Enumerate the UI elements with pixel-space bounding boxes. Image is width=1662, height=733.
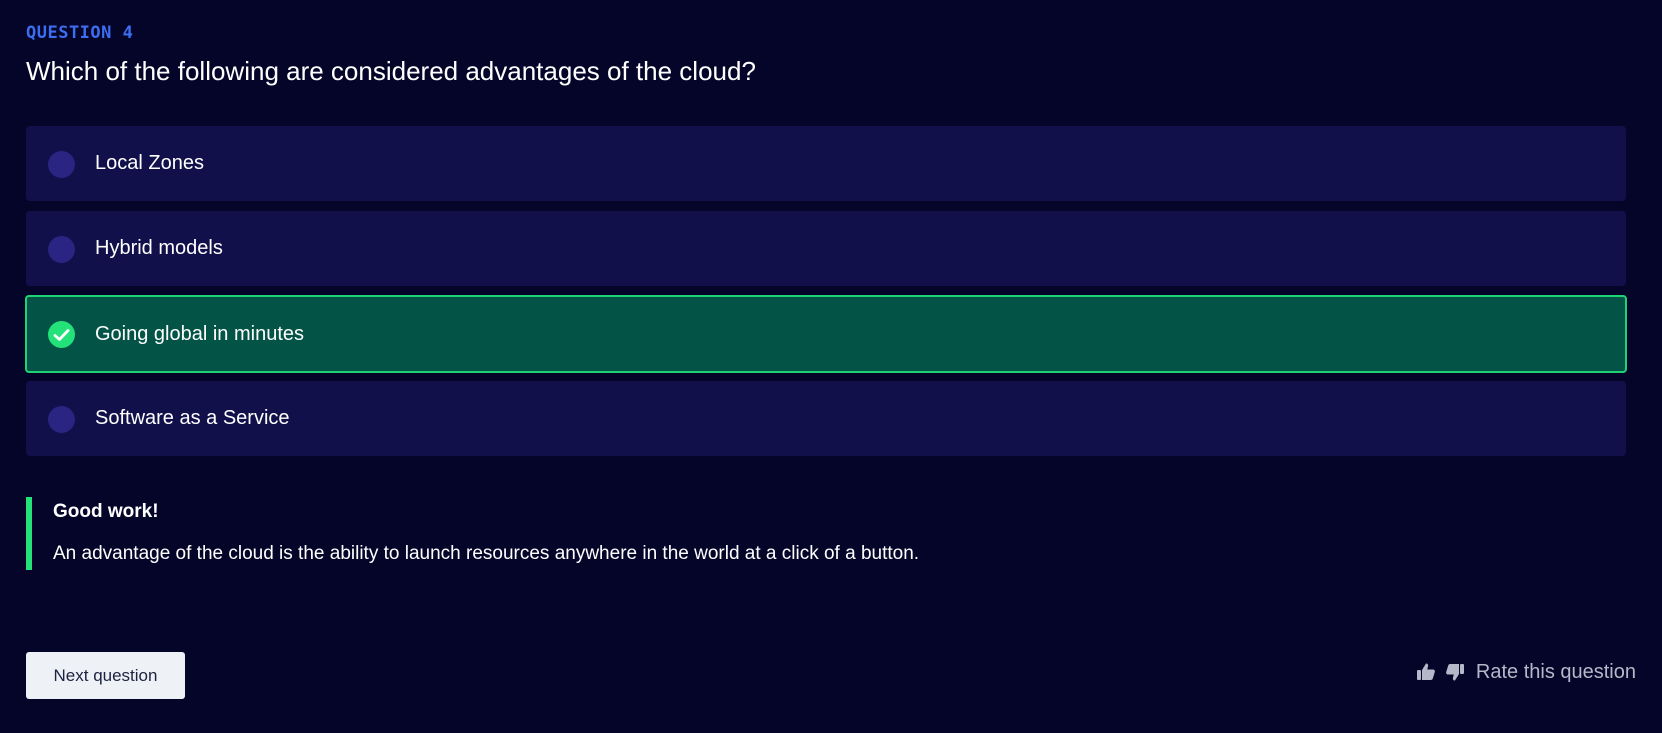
answer-option-label: Software as a Service [95,407,290,429]
answer-option-label: Going global in minutes [95,322,305,345]
feedback-panel: Good work! An advantage of the cloud is … [26,497,1126,570]
thumbs-down-icon[interactable] [1444,660,1466,684]
thumbs-up-icon[interactable] [1415,660,1437,684]
question-number: QUESTION 4 [26,23,134,43]
radio-circle-icon [48,235,75,263]
question-text: Which of the following are considered ad… [26,56,756,86]
next-question-button[interactable]: Next question [26,652,185,699]
checkmark-icon [48,321,75,348]
answer-option[interactable]: Local Zones [26,126,1626,201]
rate-question: Rate this question [1415,660,1636,684]
answer-option[interactable]: Hybrid models [26,211,1626,286]
feedback-explanation: An advantage of the cloud is the ability… [53,543,920,564]
answer-option[interactable]: Software as a Service [26,381,1626,456]
answer-option-label: Hybrid models [95,237,223,259]
answer-options: Local Zones Hybrid models Going global i… [25,126,1627,466]
feedback-title: Good work! [53,501,159,522]
radio-circle-icon [48,405,75,433]
answer-option-label: Local Zones [95,152,204,174]
answer-option-correct[interactable]: Going global in minutes [25,295,1627,373]
radio-circle-icon [48,150,75,178]
rate-question-label[interactable]: Rate this question [1476,661,1636,684]
